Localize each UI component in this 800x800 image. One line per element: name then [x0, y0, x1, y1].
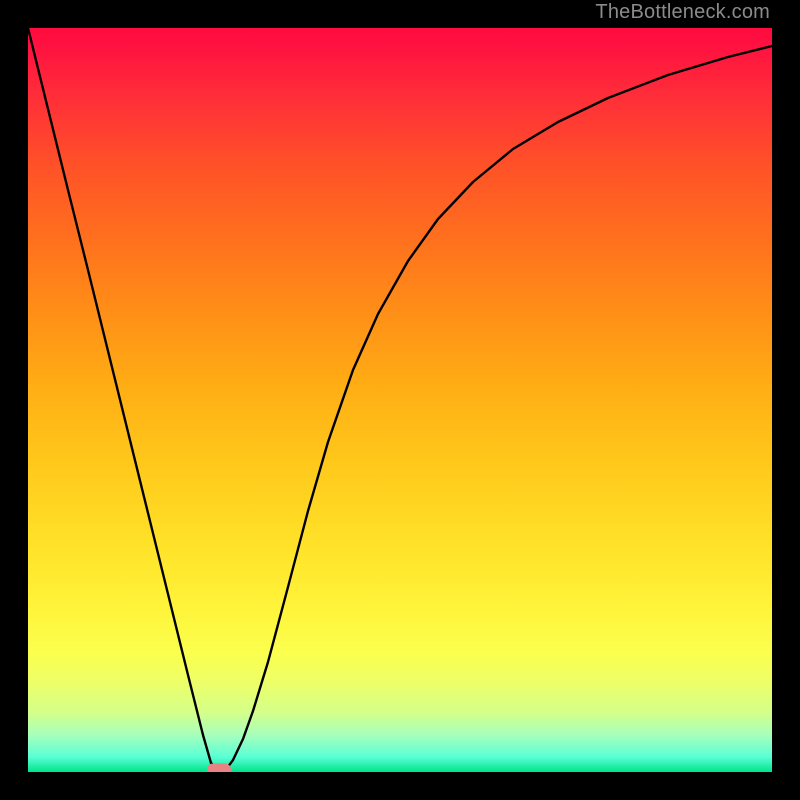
watermark-text: TheBottleneck.com — [595, 0, 770, 28]
plot-area — [28, 28, 772, 772]
chart-frame: TheBottleneck.com — [0, 0, 800, 800]
curve-layer — [28, 28, 772, 772]
bottleneck-curve — [28, 28, 772, 770]
bottleneck-marker — [207, 764, 231, 773]
